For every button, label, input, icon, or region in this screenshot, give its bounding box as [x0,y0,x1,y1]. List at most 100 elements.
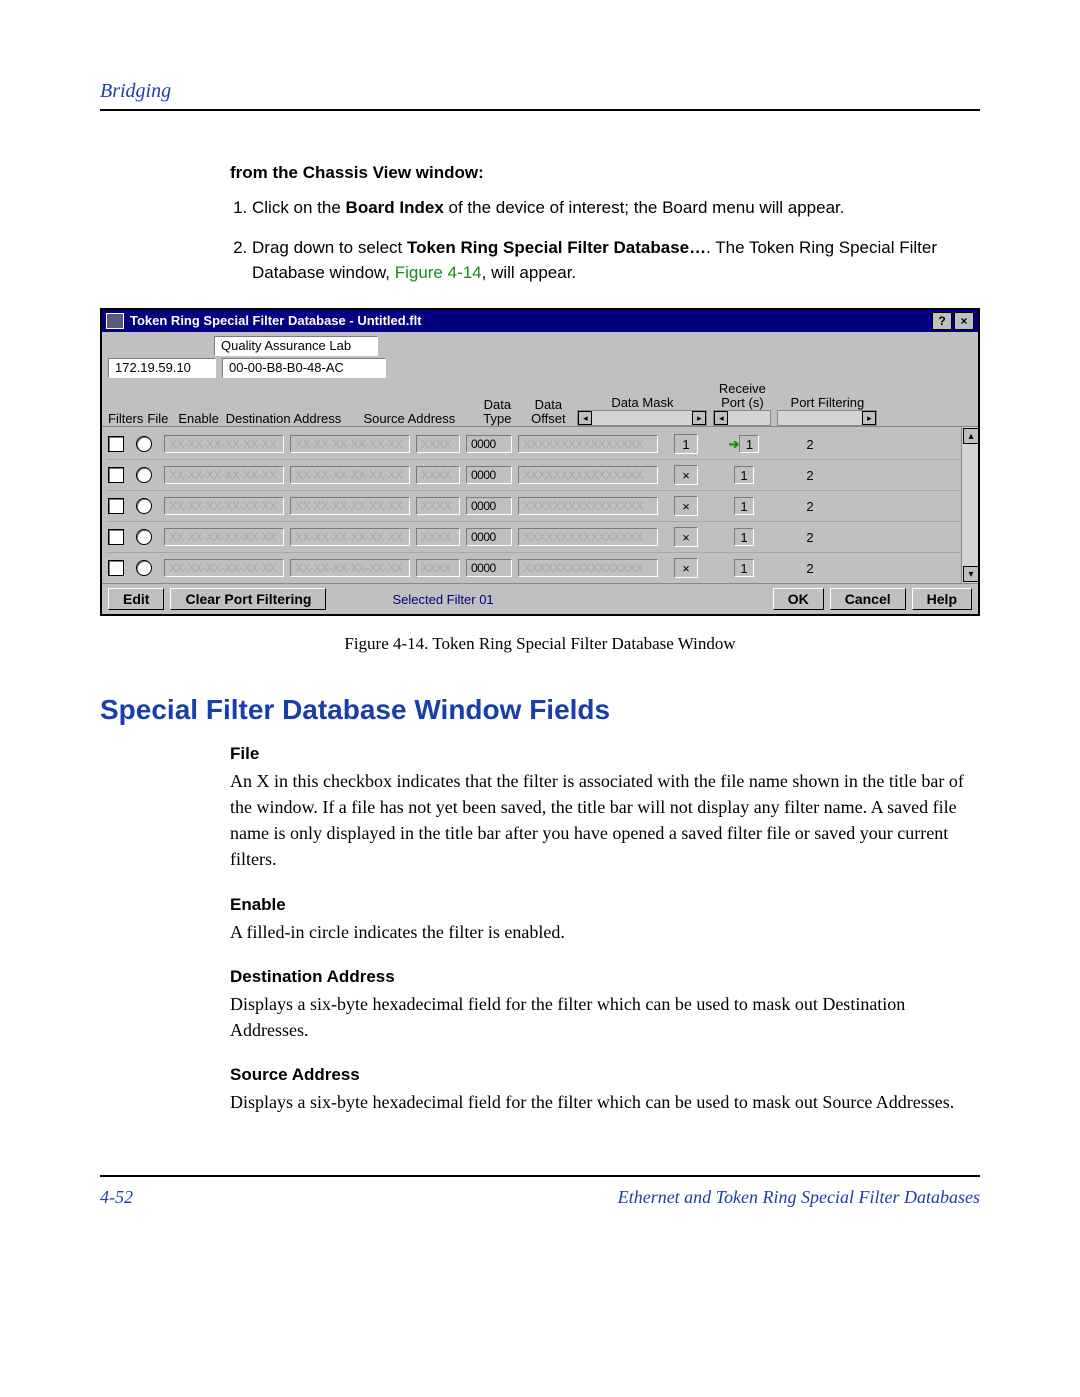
port-filter-2: 2 [780,499,840,514]
src-addr-field[interactable]: XX-XX-XX-XX-XX-XX [290,497,410,515]
dmask-hscroll[interactable]: ◂▸ [577,410,707,426]
data-offset-field[interactable]: 0000 [466,466,512,484]
footer-title: Ethernet and Token Ring Special Filter D… [133,1187,980,1208]
field-heading: Source Address [230,1065,980,1085]
filter-row[interactable]: XX-XX-XX-XX-XX-XX XX-XX-XX-XX-XX-XX XXXX 00… [106,429,974,460]
dest-addr-field[interactable]: XX-XX-XX-XX-XX-XX [164,435,284,453]
breadcrumb: Bridging [100,80,980,109]
scroll-right-icon[interactable]: ▸ [862,411,876,425]
enable-radio[interactable] [136,498,152,514]
scroll-left-icon[interactable]: ◂ [714,411,728,425]
data-mask-field[interactable]: XXXXXXXXXXXXXXXX [518,435,658,453]
field-block: Destination Address Displays a six-byte h… [230,967,980,1043]
help-button[interactable]: Help [912,588,972,610]
intro-heading: from the Chassis View window: [230,161,980,186]
data-type-field[interactable]: XXXX [416,497,460,515]
port-filter-1: 1 [714,559,774,577]
port-filter-2: 2 [780,561,840,576]
app-icon [106,313,124,329]
port-filter-1: ➔1 [714,435,774,453]
file-checkbox[interactable] [108,467,124,483]
edit-button[interactable]: Edit [108,588,164,610]
vertical-scrollbar[interactable]: ▴ ▾ [961,427,978,583]
page-number: 4-52 [100,1187,133,1208]
scroll-down-icon[interactable]: ▾ [963,566,979,582]
data-type-field[interactable]: XXXX [416,435,460,453]
enable-radio[interactable] [136,436,152,452]
src-addr-field[interactable]: XX-XX-XX-XX-XX-XX [290,466,410,484]
src-addr-field[interactable]: XX-XX-XX-XX-XX-XX [290,559,410,577]
recv-hscroll[interactable]: ◂ [713,410,771,426]
field-heading: Destination Address [230,967,980,987]
src-addr-field[interactable]: XX-XX-XX-XX-XX-XX [290,528,410,546]
data-mask-field[interactable]: XXXXXXXXXXXXXXXX [518,528,658,546]
field-description: A filled-in circle indicates the filter … [230,919,980,945]
data-offset-field[interactable]: 0000 [466,497,512,515]
filters-tab[interactable]: Filters [108,411,143,426]
filter-row[interactable]: XX-XX-XX-XX-XX-XX XX-XX-XX-XX-XX-XX XXXX 00… [106,522,974,553]
port-filter-2: 2 [780,468,840,483]
lab-field: Quality Assurance Lab [214,336,378,356]
col-dest: Destination Address [223,412,343,426]
src-addr-field[interactable]: XX-XX-XX-XX-XX-XX [290,435,410,453]
arrow-icon: ➔ [729,437,740,452]
clear-port-filtering-button[interactable]: Clear Port Filtering [170,588,326,610]
field-block: Source AddressDisplays a six-byte hexade… [230,1065,980,1115]
instruction-step: Drag down to select Token Ring Special F… [252,236,980,285]
scroll-right-icon[interactable]: ▸ [692,411,706,425]
data-offset-field[interactable]: 0000 [466,435,512,453]
close-icon[interactable]: × [954,312,974,330]
port-filter-1: 1 [714,497,774,515]
file-checkbox[interactable] [108,436,124,452]
col-dmask: Data Mask [577,396,707,410]
instruction-list: Click on the Board Index of the device o… [230,196,980,286]
instruction-step: Click on the Board Index of the device o… [252,196,980,221]
enable-radio[interactable] [136,529,152,545]
col-recv: Receive Port (s) [713,382,771,411]
col-file: File [147,412,168,426]
titlebar[interactable]: Token Ring Special Filter Database - Unt… [102,310,978,332]
file-checkbox[interactable] [108,498,124,514]
file-checkbox[interactable] [108,560,124,576]
data-mask-field[interactable]: XXXXXXXXXXXXXXXX [518,497,658,515]
port-filter-2: 2 [780,530,840,545]
filter-row[interactable]: XX-XX-XX-XX-XX-XX XX-XX-XX-XX-XX-XX XXXX 00… [106,553,974,583]
figure-caption: Figure 4-14. Token Ring Special Filter D… [100,634,980,654]
dest-addr-field[interactable]: XX-XX-XX-XX-XX-XX [164,559,284,577]
receive-port-box[interactable]: × [674,527,698,547]
data-offset-field[interactable]: 0000 [466,559,512,577]
data-mask-field[interactable]: XXXXXXXXXXXXXXXX [518,559,658,577]
figure-link[interactable]: Figure 4-14 [395,263,482,282]
dest-addr-field[interactable]: XX-XX-XX-XX-XX-XX [164,466,284,484]
scroll-up-icon[interactable]: ▴ [963,428,979,444]
enable-radio[interactable] [136,467,152,483]
filter-row[interactable]: XX-XX-XX-XX-XX-XX XX-XX-XX-XX-XX-XX XXXX 00… [106,491,974,522]
field-block: FileAn X in this checkbox indicates that… [230,744,980,872]
field-block: Enable A filled-in circle indicates the f… [230,895,980,945]
data-type-field[interactable]: XXXX [416,528,460,546]
data-mask-field[interactable]: XXXXXXXXXXXXXXXX [518,466,658,484]
pf-hscroll[interactable]: ▸ [777,410,877,426]
receive-port-box[interactable]: 1 [674,434,698,454]
file-checkbox[interactable] [108,529,124,545]
data-type-field[interactable]: XXXX [416,466,460,484]
receive-port-box[interactable]: × [674,496,698,516]
port-filter-2: 2 [780,437,840,452]
ok-button[interactable]: OK [773,588,824,610]
cancel-button[interactable]: Cancel [830,588,906,610]
data-offset-field[interactable]: 0000 [466,528,512,546]
help-icon[interactable]: ? [932,312,952,330]
dest-addr-field[interactable]: XX-XX-XX-XX-XX-XX [164,528,284,546]
receive-port-box[interactable]: × [674,465,698,485]
data-type-field[interactable]: XXXX [416,559,460,577]
enable-radio[interactable] [136,560,152,576]
scroll-left-icon[interactable]: ◂ [578,411,592,425]
receive-port-box[interactable]: × [674,558,698,578]
filter-row[interactable]: XX-XX-XX-XX-XX-XX XX-XX-XX-XX-XX-XX XXXX 00… [106,460,974,491]
field-heading: Enable [230,895,980,915]
field-description: Displays a six-byte hexadecimal field fo… [230,991,980,1043]
col-pf: Port Filtering [777,396,877,410]
col-src: Source Address [349,412,469,426]
ip-field: 172.19.59.10 [108,358,216,378]
dest-addr-field[interactable]: XX-XX-XX-XX-XX-XX [164,497,284,515]
